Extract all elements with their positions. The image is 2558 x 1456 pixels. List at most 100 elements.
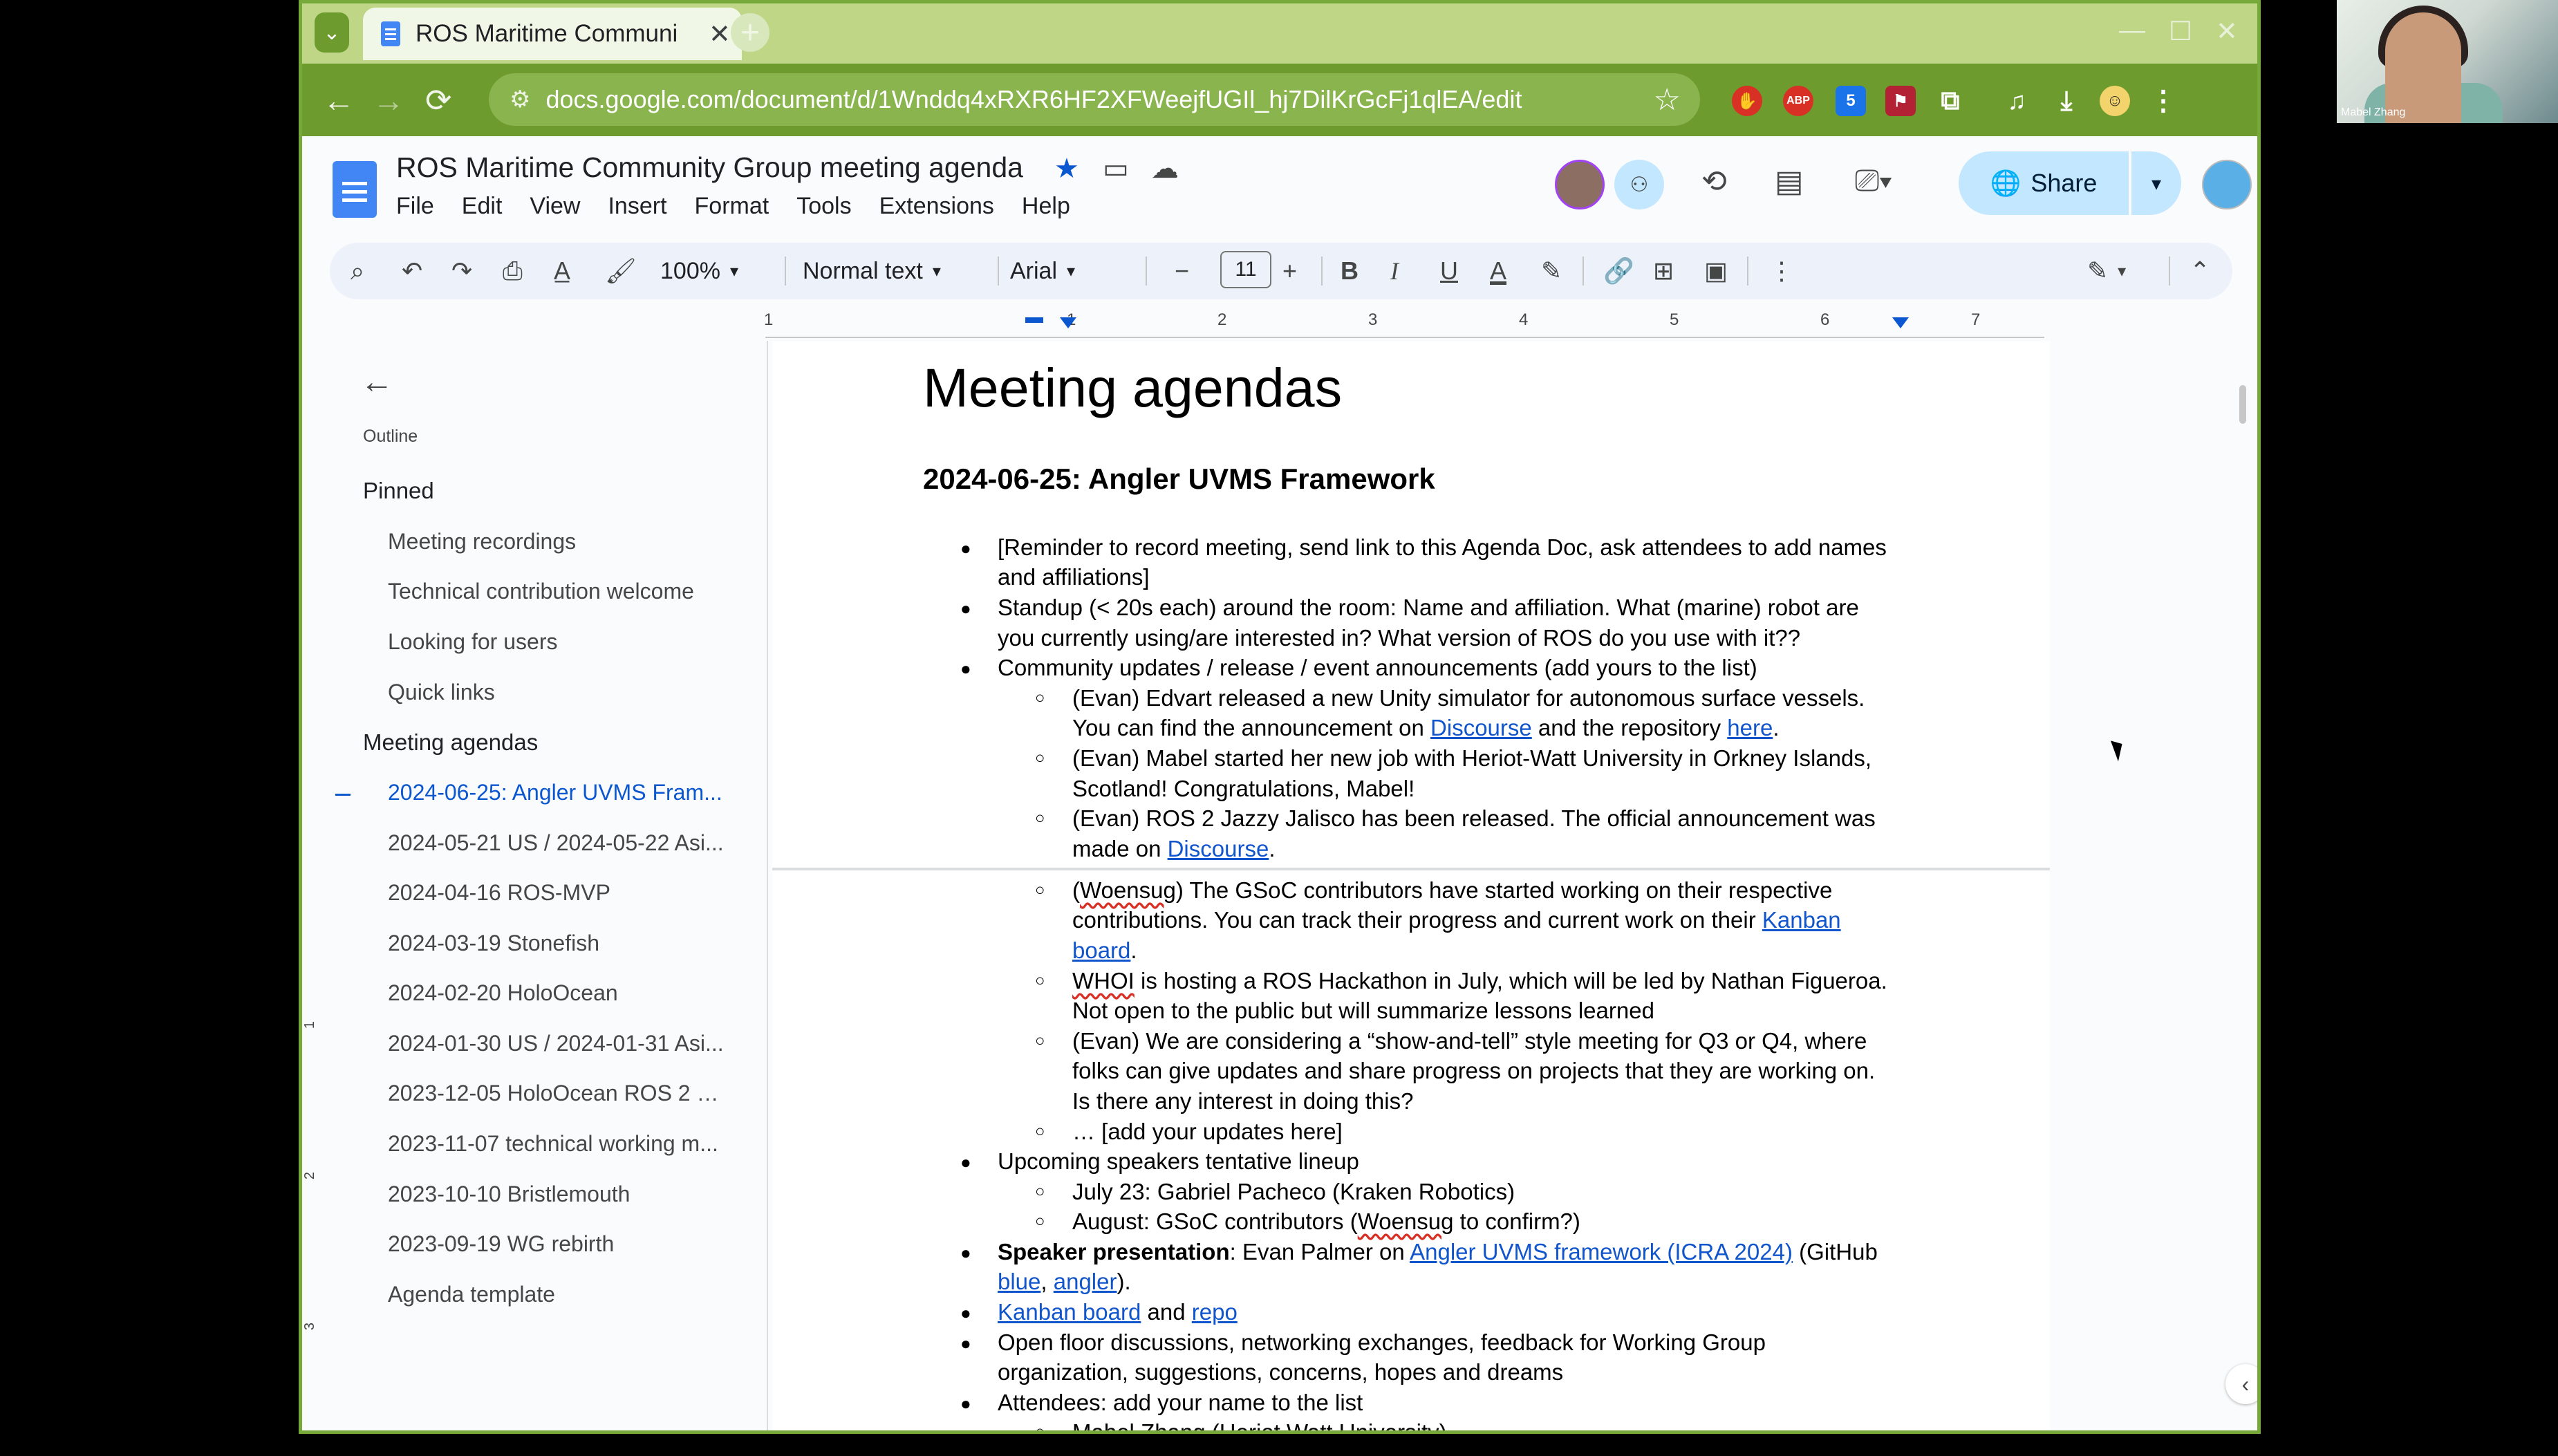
right-indent-marker[interactable] [1892,317,1909,328]
horizontal-ruler[interactable]: 1 1 2 3 4 5 6 7 [302,301,2257,342]
insert-image-icon[interactable]: ▣ [1704,243,1728,299]
extension-badge-icon[interactable]: 5 [1836,86,1866,116]
outline-item[interactable]: 2024-04-16 ROS-MVP [388,880,727,906]
address-bar[interactable]: ⚙ docs.google.com/document/d/1Wnddq4xRXR… [489,73,1700,126]
downloads-icon[interactable]: ⤓ [2051,86,2082,116]
extension-stop-icon[interactable]: ✋ [1732,86,1762,116]
menu-file[interactable]: File [396,193,434,220]
version-history-icon[interactable]: ⟲ [1701,164,1727,199]
side-panel-chevron-left-icon[interactable]: ‹ [2225,1364,2257,1404]
outline-item[interactable]: 2024-01-30 US / 2024-01-31 Asi... [388,1031,727,1056]
github-angler-link[interactable]: angler [1054,1269,1117,1294]
flag-extension-icon[interactable]: ⚑ [1885,86,1916,116]
decrease-font-size-icon[interactable]: − [1175,243,1189,299]
browser-menu-icon[interactable]: ⋮ [2148,86,2178,116]
kanban-board-link[interactable]: Kanban board [998,1299,1141,1325]
outline-item[interactable]: Quick links [388,680,727,705]
left-indent-marker[interactable] [1060,317,1076,328]
underline-icon[interactable]: U [1440,243,1458,299]
search-icon[interactable]: ⌕ [351,243,364,299]
repo-link[interactable]: repo [1192,1299,1238,1325]
zoom-select[interactable]: 100% [660,243,738,299]
undo-icon[interactable]: ↶ [402,243,422,299]
comments-icon[interactable]: ▤ [1775,164,1804,199]
outline-item[interactable]: Technical contribution welcome [388,579,727,604]
forward-arrow-icon[interactable]: → [373,82,404,119]
minimize-button[interactable]: — [2119,16,2145,46]
outline-item[interactable]: 2023-10-10 Bristlemouth [388,1182,727,1207]
profile-avatar-icon[interactable]: ☺ [2100,86,2130,116]
move-folder-icon[interactable]: ▭ [1103,153,1129,185]
angler-uvms-link[interactable]: Angler UVMS framework (ICRA 2024) [1410,1239,1793,1264]
repository-here-link[interactable]: here [1727,715,1773,740]
italic-icon[interactable]: I [1390,243,1399,299]
vertical-scrollbar[interactable] [2239,385,2246,424]
font-size-input[interactable]: 11 [1220,251,1271,288]
bookmark-star-icon[interactable]: ☆ [1654,82,1681,118]
reload-icon[interactable]: ⟳ [425,82,452,119]
discourse-link[interactable]: Discourse [1430,715,1532,740]
kanban-board-link[interactable]: board [1072,937,1130,963]
add-comment-icon[interactable]: ⊞ [1653,243,1674,299]
menu-help[interactable]: Help [1022,193,1070,220]
collaborator-avatar[interactable] [1555,160,1605,209]
paragraph-style-select[interactable]: Normal text [803,243,941,299]
menu-edit[interactable]: Edit [462,193,503,220]
paint-format-icon[interactable]: 🖌 [605,243,637,299]
increase-font-size-icon[interactable]: + [1282,243,1297,299]
first-line-indent-marker[interactable] [1025,317,1043,323]
outline-item[interactable]: 2024-05-21 US / 2024-05-22 Asi... [388,830,727,856]
font-family-select[interactable]: Arial [1010,243,1159,299]
insert-link-icon[interactable]: 🔗 [1603,243,1634,299]
star-icon[interactable]: ★ [1054,153,1079,185]
more-options-icon[interactable]: ⋮ [1769,243,1794,299]
adblock-extension-icon[interactable]: ABP [1783,86,1813,116]
cloud-saved-icon[interactable]: ☁ [1151,153,1179,185]
text-color-icon[interactable]: A [1490,243,1506,299]
share-dropdown-button[interactable]: ▾ [2131,151,2181,215]
outline-item[interactable]: Meeting agendas [363,729,702,756]
back-arrow-icon[interactable]: ← [323,82,355,119]
redo-icon[interactable]: ↷ [451,243,472,299]
print-icon[interactable]: ⎙ [503,243,523,299]
account-avatar[interactable] [2202,160,2252,209]
close-outline-arrow-icon[interactable]: ← [360,363,393,401]
outline-item[interactable]: Meeting recordings [388,529,727,554]
bold-icon[interactable]: B [1341,243,1359,299]
kanban-board-link[interactable]: Kanban [1762,907,1841,933]
outline-item[interactable]: 2024-03-19 Stonefish [388,931,727,956]
outline-item[interactable]: 2023-09-19 WG rebirth [388,1231,727,1257]
outline-item[interactable]: 2024-02-20 HoloOcean [388,980,727,1006]
new-tab-button[interactable]: + [731,13,769,52]
github-blue-link[interactable]: blue [998,1269,1040,1294]
outline-item[interactable]: Agenda template [388,1282,727,1307]
media-control-icon[interactable]: ♫ [2001,86,2032,116]
outline-item-active[interactable]: 2024-06-25: Angler UVMS Fram... [388,780,727,805]
browser-tab[interactable]: ROS Maritime Communi ✕ [363,8,742,60]
outline-item[interactable]: Pinned [363,478,702,504]
close-tab-icon[interactable]: ✕ [709,19,731,50]
hide-menus-chevron-up-icon[interactable]: ⌃ [2190,243,2210,299]
menu-view[interactable]: View [530,193,580,220]
document-page[interactable]: Meeting agendas 2024-06-25: Angler UVMS … [772,341,2050,1430]
meet-camera-icon[interactable]: ⎚▾ [1855,164,1892,198]
share-button[interactable]: 🌐 Share [1959,151,2129,215]
outline-item[interactable]: 2023-12-05 HoloOcean ROS 2 br... [388,1081,727,1106]
google-docs-logo-icon[interactable] [333,161,377,218]
site-info-icon[interactable]: ⚙ [510,86,530,113]
close-window-button[interactable]: ✕ [2216,16,2238,47]
menu-tools[interactable]: Tools [796,193,851,220]
menu-insert[interactable]: Insert [608,193,666,220]
document-title[interactable]: ROS Maritime Community Group meeting age… [396,151,1023,184]
menu-extensions[interactable]: Extensions [879,193,994,220]
editing-mode-icon[interactable]: ✎ [2087,243,2126,299]
tab-search-button[interactable]: ⌄ [315,12,349,53]
outline-item[interactable]: 2023-11-07 technical working m... [388,1131,727,1157]
spellcheck-icon[interactable]: A̲ [554,243,570,299]
highlight-color-icon[interactable]: ✎ [1541,243,1562,299]
meet-present-icon[interactable]: ⚇ [1614,160,1664,209]
menu-format[interactable]: Format [695,193,769,220]
discourse-link[interactable]: Discourse [1168,836,1269,861]
extensions-puzzle-icon[interactable]: ⧉ [1935,86,1966,116]
outline-item[interactable]: Looking for users [388,629,727,655]
